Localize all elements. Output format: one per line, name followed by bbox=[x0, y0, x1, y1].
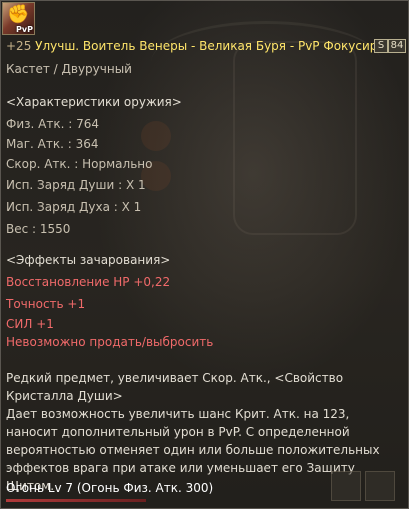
background-slot bbox=[331, 471, 361, 501]
stat-row: Маг. Атк. : 364 bbox=[6, 137, 99, 151]
enchant-effects-header: <Эффекты зачарования> bbox=[6, 253, 171, 267]
stat-row: Скор. Атк. : Нормально bbox=[6, 157, 153, 171]
stat-row: Физ. Атк. : 764 bbox=[6, 117, 99, 131]
enchant-effect-row: СИЛ +1 bbox=[6, 317, 54, 331]
background-slot bbox=[141, 121, 171, 151]
enchant-effect-row: Невозможно продать/выбросить bbox=[6, 335, 214, 349]
tooltip-header: ✊ PvP +25 Улучш. Воитель Венеры - Велика… bbox=[1, 1, 408, 57]
stat-row: Вес : 1550 bbox=[6, 222, 71, 236]
item-tooltip: ✊ PvP +25 Улучш. Воитель Венеры - Велика… bbox=[0, 0, 409, 509]
grade-badge: S bbox=[374, 39, 388, 53]
brass-knuckles-icon: ✊ PvP bbox=[2, 2, 35, 35]
description-line: Редкий предмет, увеличивает Скор. Атк., … bbox=[6, 371, 344, 403]
background-slot bbox=[365, 471, 395, 501]
enchant-effect-row: Восстановление HP +0,22 bbox=[6, 275, 171, 289]
stat-row: Исп. Заряд Духа : X 1 bbox=[6, 200, 142, 214]
pvp-badge: PvP bbox=[16, 25, 33, 34]
grade-level-badge: 84 bbox=[388, 39, 406, 53]
background-pillar bbox=[233, 41, 357, 235]
stat-row: Исп. Заряд Души : X 1 bbox=[6, 178, 146, 192]
attribute-bar bbox=[6, 499, 146, 502]
stats-header: <Характеристики оружия> bbox=[6, 95, 182, 109]
enchant-level: +25 bbox=[6, 39, 32, 53]
attribute-text: Огонь Lv 7 (Огонь Физ. Атк. 300) bbox=[6, 481, 214, 495]
enchant-effect-row: Точность +1 bbox=[6, 297, 86, 311]
item-name: Улучш. Воитель Венеры - Великая Буря - P… bbox=[31, 39, 407, 53]
item-type: Кастет / Двуручный bbox=[6, 62, 132, 76]
item-title: +25 Улучш. Воитель Венеры - Великая Буря… bbox=[6, 39, 406, 53]
